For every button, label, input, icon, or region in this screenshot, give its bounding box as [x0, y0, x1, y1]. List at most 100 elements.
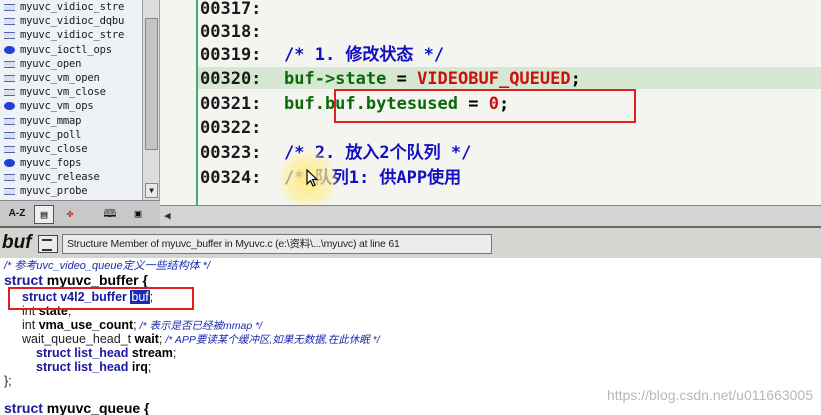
code-line[interactable]: 00322: [200, 116, 284, 140]
function-symbol-icon [4, 32, 15, 40]
symbol-list-item[interactable]: myuvc_fops [0, 156, 142, 170]
struct-open-brace: { [140, 400, 150, 415]
function-symbol-icon [4, 60, 15, 68]
function-symbol-icon [4, 18, 15, 26]
member-end: ; [147, 360, 152, 374]
code-token: = [386, 69, 418, 89]
code-line[interactable]: 00320: buf->state = VIDEOBUF_QUEUED; [200, 67, 581, 91]
code-line[interactable]: 00319: /* 1. 修改状态 */ [200, 43, 444, 67]
struct-declaration: struct myuvc_queue { [4, 401, 150, 415]
symbol-list: myuvc_vidioc_stre myuvc_vidioc_dqbu myuvc_… [0, 0, 142, 200]
member-type: struct list_head [36, 346, 132, 360]
symbol-list-item[interactable]: myuvc_vm_close [0, 85, 142, 99]
symbol-list-item[interactable]: myuvc_vidioc_dqbu [0, 14, 142, 28]
editor-margin-line [196, 0, 198, 205]
code-line[interactable]: 00318: [200, 20, 284, 44]
member-type: int [22, 318, 39, 332]
symbol-description-box: Structure Member of myuvc_buffer in Myuv… [62, 234, 492, 254]
symbol-list-scrollbar[interactable]: ▼ [142, 0, 159, 200]
symbol-list-item-label: myuvc_vidioc_stre [20, 1, 125, 13]
symbol-list-item[interactable]: myuvc_close [0, 142, 142, 156]
symbol-list-item[interactable]: myuvc_vidioc_stre [0, 28, 142, 42]
mouse-pointer-icon [306, 169, 319, 187]
annotation-highlight-box [8, 287, 194, 310]
code-editor[interactable]: 00317: 00318: 00319: /* 1. 修改状态 */ 00320: buf… [160, 0, 821, 205]
function-symbol-icon [4, 131, 15, 139]
member-name: stream [131, 346, 173, 360]
line-number: 00318: [200, 22, 262, 42]
settings-icon[interactable]: ▣ [128, 205, 148, 222]
code-line[interactable]: 00323:/* 2. 放入2个队列 */ [200, 141, 471, 165]
function-symbol-icon [4, 188, 15, 196]
symbol-list-item-label: myuvc_open [20, 57, 82, 70]
editor-gutter [160, 0, 196, 205]
line-number: 00317: [200, 0, 262, 19]
annotation-highlight-box [334, 89, 636, 123]
function-symbol-icon [4, 117, 15, 125]
symbol-toolbar: A-Z ▤ ✤ 🕮 ▣ [0, 200, 160, 227]
scroll-down-arrow-icon[interactable]: ▼ [145, 183, 158, 198]
line-number: 00324: [200, 168, 262, 188]
scrollbar-thumb[interactable] [145, 18, 158, 150]
symbol-list-item-label: myuvc_vm_close [20, 86, 106, 99]
sort-az-button[interactable]: A-Z [4, 205, 30, 222]
symbol-list-item-label: myuvc_poll [20, 128, 82, 141]
member-line: int vma_use_count; /* 表示是否已经被mmap */ [22, 318, 262, 333]
symbol-list-item-label: myuvc_fops [20, 157, 82, 170]
struct-symbol-icon [4, 102, 15, 111]
struct-keyword: struct [4, 272, 43, 288]
member-comment: /* 表示是否已经被mmap */ [136, 320, 263, 332]
member-type: wait_queue_head_t [22, 332, 135, 346]
context-window-header: buf Structure Member of myuvc_buffer in … [0, 226, 821, 260]
member-type: struct list_head [36, 360, 132, 374]
editor-horizontal-scrollbar[interactable]: ◀ [160, 205, 821, 226]
function-symbol-icon [4, 74, 15, 82]
line-number: 00319: [200, 45, 262, 65]
symbol-list-item-label: myuvc_close [20, 142, 88, 155]
context-symbol-name: buf [2, 232, 32, 253]
symbol-window: myuvc_vidioc_stre myuvc_vidioc_dqbu myuvc_… [0, 0, 160, 200]
function-symbol-icon [4, 89, 15, 97]
struct-keyword: struct [4, 400, 43, 415]
struct-name: myuvc_buffer [46, 272, 139, 288]
symbol-list-item[interactable]: myuvc_vm_ops [0, 99, 142, 113]
line-number: 00323: [200, 143, 262, 163]
line-number: 00321: [200, 94, 262, 114]
scroll-left-arrow-icon[interactable]: ◀ [164, 209, 171, 222]
struct-declaration: struct myuvc_buffer { [4, 273, 148, 288]
symbol-list-item[interactable]: myuvc_probe [0, 184, 142, 198]
member-line: struct list_head irq; [36, 360, 151, 375]
code-token: buf->state [284, 69, 387, 89]
symbol-list-item-label: myuvc_mmap [20, 114, 82, 127]
struct-name: myuvc_queue [46, 400, 141, 415]
symbol-list-item[interactable]: myuvc_mmap [0, 114, 142, 128]
symbol-list-item[interactable]: myuvc_vm_open [0, 71, 142, 85]
struct-symbol-icon [4, 45, 15, 54]
symbol-list-item[interactable]: myuvc_release [0, 170, 142, 184]
struct-open-brace: { [138, 272, 148, 288]
symbol-list-item[interactable]: myuvc_open [0, 57, 142, 71]
grid-icon [42, 239, 52, 251]
symbol-list-item[interactable]: myuvc_poll [0, 128, 142, 142]
symbol-list-item-label: myuvc_ioctl_ops [20, 43, 112, 56]
member-name: wait [134, 332, 159, 346]
line-number: 00320: [200, 69, 262, 89]
symbol-list-item-label: myuvc_probe [20, 185, 88, 198]
code-line[interactable]: 00317: [200, 0, 284, 21]
member-end: ; [172, 346, 177, 360]
watermark: https://blog.csdn.net/u011663005 [606, 387, 813, 403]
member-line: struct list_head stream; [36, 346, 176, 361]
symbol-list-item[interactable]: myuvc_vidioc_stre [0, 0, 142, 14]
book-icon[interactable]: 🕮 [100, 205, 120, 222]
symbol-list-item-label: myuvc_vm_ops [20, 100, 94, 113]
context-options-button[interactable] [38, 235, 58, 253]
code-token: /* 1. 修改状态 */ [284, 45, 445, 65]
symbol-list-item[interactable]: myuvc_ioctl_ops [0, 43, 142, 57]
function-symbol-icon [4, 4, 15, 11]
code-token: ; [570, 69, 581, 89]
category-icon[interactable]: ✤ [60, 205, 80, 222]
member-name: irq [131, 360, 148, 374]
function-symbol-icon [4, 145, 15, 153]
symbol-list-item-label: myuvc_vidioc_dqbu [20, 15, 125, 28]
list-view-icon[interactable]: ▤ [34, 205, 54, 224]
